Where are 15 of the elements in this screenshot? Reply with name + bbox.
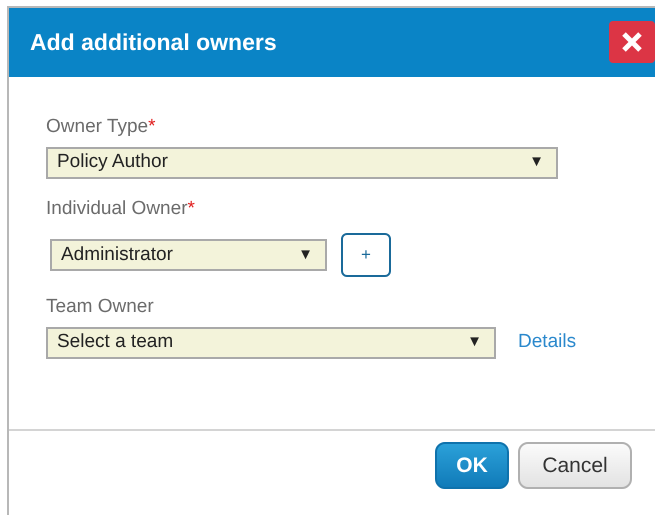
field-label: Individual Owner — [46, 196, 188, 220]
dialog-title: Add additional owners — [30, 28, 277, 58]
add-button[interactable]: + — [341, 233, 391, 277]
details-link[interactable]: Details — [518, 328, 576, 357]
required-mark: * — [188, 196, 195, 220]
cancel-button[interactable]: Cancel — [518, 442, 632, 489]
required-mark: * — [148, 115, 156, 139]
field-label: Owner Type — [46, 115, 148, 139]
close-button[interactable] — [609, 21, 655, 63]
ok-button[interactable]: OK — [435, 442, 509, 489]
close-icon — [621, 31, 643, 53]
dropdown-select[interactable]: Administrator ▼ — [50, 239, 327, 271]
dropdown-select[interactable]: Policy Author ▼ — [46, 146, 558, 178]
dropdown-select[interactable]: Select a team ▼ — [46, 326, 496, 358]
field-label: Team Owner — [46, 295, 154, 319]
